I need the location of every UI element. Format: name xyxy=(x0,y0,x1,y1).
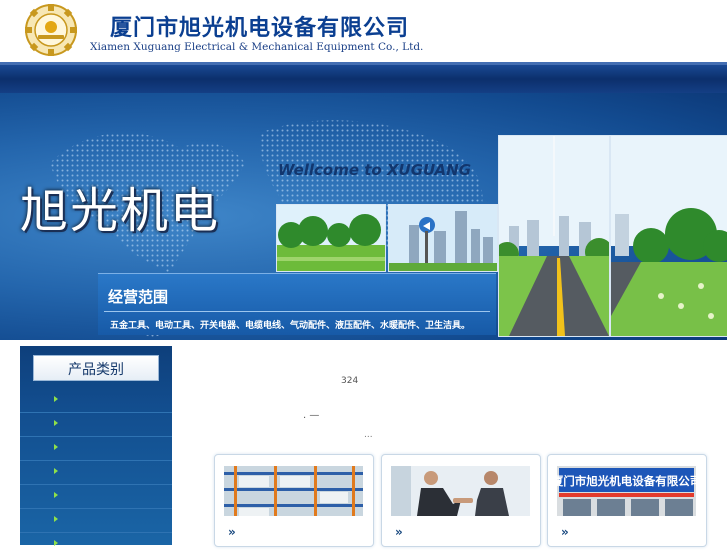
company-name-en: Xiamen Xuguang Electrical & Mechanical E… xyxy=(90,41,424,53)
city-skyline-photo xyxy=(388,204,498,272)
product-card-business[interactable]: » xyxy=(381,454,541,547)
dash-text: . — xyxy=(303,410,320,421)
welcome-text: Wellcome to XUGUANG xyxy=(278,161,472,179)
arrow-right-icon xyxy=(54,420,58,426)
site-header: 厦门市旭光机电设备有限公司 Xiamen Xuguang Electrical … xyxy=(0,0,727,62)
divider xyxy=(104,311,490,312)
product-card-warehouse[interactable]: » xyxy=(214,454,374,547)
arrow-right-icon xyxy=(54,516,58,522)
more-link[interactable]: » xyxy=(395,525,403,539)
storefront-sign-text: 厦门市旭光机电设备有限公司 xyxy=(557,474,696,488)
sidebar-item[interactable] xyxy=(20,436,172,461)
sidebar-item[interactable] xyxy=(20,532,172,556)
warehouse-shelves-image[interactable] xyxy=(224,466,363,516)
arrow-right-icon xyxy=(54,540,58,546)
sidebar-item[interactable] xyxy=(20,508,172,533)
ellipsis-link[interactable]: ... xyxy=(364,430,373,440)
gear-logo-icon[interactable] xyxy=(24,3,78,57)
arrow-right-icon xyxy=(54,396,58,402)
product-card-storefront[interactable]: 厦门市旭光机电设备有限公司 » xyxy=(547,454,707,547)
sidebar-title: 产品类别 xyxy=(68,362,124,378)
sidebar-item[interactable] xyxy=(20,388,172,413)
sidebar-header: 产品类别 xyxy=(33,355,159,381)
more-link[interactable]: » xyxy=(228,525,236,539)
business-scope-text: 五金工具、电动工具、开关电器、电缆电线、气动配件、液压配件、水暖配件、卫生洁具。 xyxy=(110,321,471,331)
sidebar-item[interactable] xyxy=(20,484,172,509)
business-handshake-image[interactable] xyxy=(391,466,530,516)
sidebar-item[interactable] xyxy=(20,412,172,437)
arrow-right-icon xyxy=(54,444,58,450)
sidebar-item[interactable] xyxy=(20,460,172,485)
main-content: 产品类别 324 . — ... » » 厦门市旭光机电设备有限公司 » xyxy=(0,340,727,547)
more-link[interactable]: » xyxy=(561,525,569,539)
road-photo-left xyxy=(498,135,610,337)
company-name-cn: 厦门市旭光机电设备有限公司 xyxy=(110,15,410,41)
product-category-sidebar: 产品类别 xyxy=(20,346,172,546)
storefront-sign-image[interactable]: 厦门市旭光机电设备有限公司 xyxy=(557,466,696,516)
main-navigation-bar xyxy=(0,62,727,93)
banner-title: 旭光机电 xyxy=(20,183,221,239)
arrow-right-icon xyxy=(54,492,58,498)
trees-photo-right xyxy=(610,135,727,337)
business-scope-panel: 经营范围 五金工具、电动工具、开关电器、电缆电线、气动配件、液压配件、水暖配件、… xyxy=(98,273,496,335)
business-scope-title: 经营范围 xyxy=(108,288,169,306)
arrow-right-icon xyxy=(54,468,58,474)
hero-banner: 旭光机电 Wellcome to XUGUANG 经营范围 五金工具、电动工具、… xyxy=(0,93,727,340)
count-text: 324 xyxy=(341,376,359,386)
trees-photo xyxy=(276,204,386,272)
